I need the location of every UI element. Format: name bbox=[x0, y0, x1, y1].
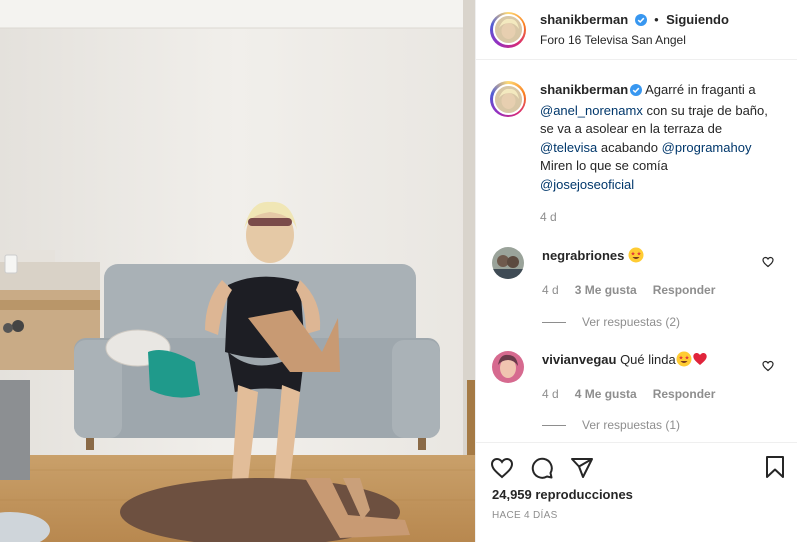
post-video[interactable] bbox=[0, 0, 475, 542]
star-struck-emoji-icon bbox=[628, 247, 644, 268]
caption-text: acabando bbox=[600, 139, 659, 155]
caption-text: Agarré in fraganti a bbox=[645, 82, 756, 97]
commenter-username[interactable]: vivianvegau bbox=[542, 352, 616, 367]
replies-divider bbox=[542, 424, 566, 426]
mention-link[interactable]: @josejoseoficial bbox=[540, 177, 634, 192]
follow-separator: • bbox=[654, 11, 659, 27]
view-replies-label: Ver respuestas (2) bbox=[582, 315, 681, 329]
commenter-avatar[interactable] bbox=[492, 247, 524, 279]
comment-likes[interactable]: 3 Me gusta bbox=[575, 281, 637, 299]
view-replies-button[interactable]: Ver respuestas (1) bbox=[542, 418, 680, 432]
commenter-avatar[interactable] bbox=[492, 351, 524, 383]
video-frame-image bbox=[0, 0, 475, 542]
star-struck-emoji-icon bbox=[676, 351, 692, 372]
verified-badge-icon bbox=[634, 13, 647, 31]
reply-button[interactable]: Responder bbox=[653, 385, 716, 403]
post-timestamp[interactable]: HACE 4 DÍAS bbox=[476, 510, 797, 521]
post-footer: 24,959 reproducciones HACE 4 DÍAS bbox=[476, 442, 797, 521]
comments-list[interactable]: shanikberman Agarré in fraganti a @anel_… bbox=[476, 61, 797, 441]
post-sidebar: shanikberman • Siguiendo Foro 16 Televis… bbox=[475, 0, 797, 542]
replies-divider bbox=[542, 321, 566, 323]
post-caption: shanikberman Agarré in fraganti a @anel_… bbox=[476, 61, 797, 227]
mention-link[interactable]: @televisa bbox=[540, 140, 597, 155]
verified-badge-icon bbox=[630, 83, 643, 102]
mention-link[interactable]: @programahoy bbox=[662, 140, 752, 155]
comment-time[interactable]: 4 d bbox=[542, 281, 559, 299]
share-icon[interactable] bbox=[570, 456, 594, 480]
author-avatar[interactable] bbox=[490, 11, 526, 48]
caption-text: Miren lo que se comía bbox=[540, 158, 668, 173]
like-comment-heart-icon[interactable] bbox=[762, 255, 774, 273]
view-replies-button[interactable]: Ver respuestas (2) bbox=[542, 315, 680, 329]
comment-text: Qué linda bbox=[620, 352, 676, 367]
post-header: shanikberman • Siguiendo Foro 16 Televis… bbox=[476, 0, 797, 60]
reply-button[interactable]: Responder bbox=[653, 281, 716, 299]
bookmark-icon[interactable] bbox=[763, 455, 787, 484]
comment-likes[interactable]: 4 Me gusta bbox=[575, 385, 637, 403]
caption-avatar[interactable] bbox=[490, 81, 526, 117]
commenter-username[interactable]: negrabriones bbox=[542, 248, 624, 263]
caption-username[interactable]: shanikberman bbox=[540, 82, 628, 97]
like-comment-heart-icon[interactable] bbox=[762, 359, 774, 377]
red-heart-emoji-icon bbox=[692, 351, 708, 372]
action-bar bbox=[476, 443, 797, 493]
following-button[interactable]: Siguiendo bbox=[666, 12, 729, 27]
heart-icon[interactable] bbox=[490, 456, 514, 480]
comment-time[interactable]: 4 d bbox=[542, 385, 559, 403]
comment-icon[interactable] bbox=[530, 456, 554, 480]
caption-time[interactable]: 4 d bbox=[540, 208, 780, 227]
author-username[interactable]: shanikberman bbox=[540, 12, 628, 27]
view-replies-label: Ver respuestas (1) bbox=[582, 418, 681, 432]
mention-link[interactable]: @anel_norenamx bbox=[540, 103, 643, 118]
post-location[interactable]: Foro 16 Televisa San Angel bbox=[540, 31, 729, 49]
